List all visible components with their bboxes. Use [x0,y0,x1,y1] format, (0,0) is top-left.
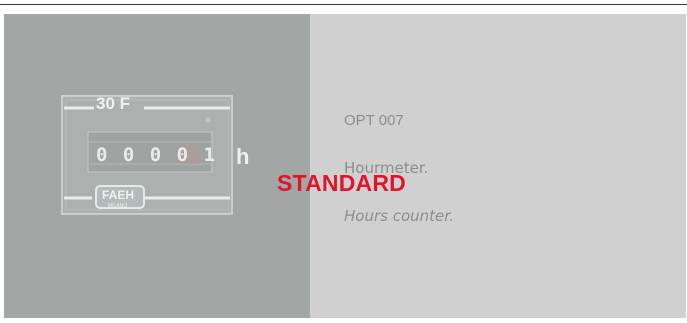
standard-badge: STANDARD [277,170,406,196]
meter-brand-sub: MILANO [108,203,128,209]
meter-unit: h [236,144,250,169]
option-details: OPT 007 Hourmeter. Hours counter. [310,14,686,318]
option-description: Hours counter. [344,207,454,225]
meter-label: 30 F [96,94,131,113]
meter-brand: FAEH [102,188,135,202]
option-card: 30 F 0 0 0 0 1 h FAEH MILANO OPT 007 Hou… [4,14,686,318]
meter-digits: 0 0 0 0 1 [96,144,217,166]
top-divider [0,4,687,5]
option-code: OPT 007 [344,112,404,129]
hour-counter-photo [4,14,310,318]
